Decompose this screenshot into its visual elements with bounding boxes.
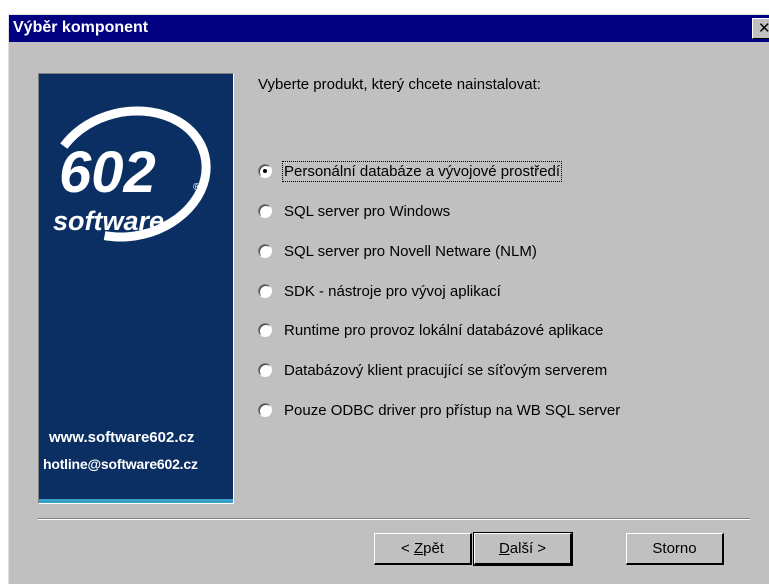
option-sql-server-windows[interactable]: SQL server pro Windows xyxy=(258,199,450,223)
brand-banner: 602 ® software www.software602.cz hotlin… xyxy=(38,73,234,504)
logo-number: 602 xyxy=(59,140,156,205)
option-label: SDK - nástroje pro vývoj aplikací xyxy=(284,282,501,300)
banner-strip xyxy=(39,499,233,503)
close-button[interactable]: ✕ xyxy=(752,18,769,39)
option-runtime[interactable]: Runtime pro provoz lokální databázové ap… xyxy=(258,318,603,342)
option-personal-database[interactable]: Personální databáze a vývojové prostředí xyxy=(258,159,562,183)
option-sdk-tools[interactable]: SDK - nástroje pro vývoj aplikací xyxy=(258,279,501,303)
close-icon: ✕ xyxy=(758,20,769,37)
prompt-text: Vyberte produkt, který chcete nainstalov… xyxy=(258,76,541,93)
radio-button[interactable] xyxy=(258,164,272,178)
radio-button[interactable] xyxy=(258,244,272,258)
option-label: Runtime pro provoz lokální databázové ap… xyxy=(284,321,604,339)
cancel-button[interactable]: Storno xyxy=(626,533,724,565)
back-accelerator: Z xyxy=(413,540,424,557)
back-button[interactable]: < Zpět xyxy=(374,533,472,565)
installer-dialog: Výběr komponent ✕ 602 ® software www.sof… xyxy=(8,14,769,584)
cancel-label: Storno xyxy=(652,540,697,557)
logo-word: software xyxy=(53,206,164,236)
option-label: SQL server pro Windows xyxy=(284,202,451,220)
option-database-client[interactable]: Databázový klient pracující se síťovým s… xyxy=(258,358,607,382)
radio-button[interactable] xyxy=(258,204,272,218)
option-label: Pouze ODBC driver pro přístup na WB SQL … xyxy=(284,401,621,419)
option-label: Databázový klient pracující se síťovým s… xyxy=(284,361,608,379)
option-odbc-driver[interactable]: Pouze ODBC driver pro přístup na WB SQL … xyxy=(258,398,620,422)
option-label: SQL server pro Novell Netware (NLM) xyxy=(284,242,537,260)
button-divider xyxy=(38,518,750,520)
next-accelerator: D xyxy=(498,540,510,557)
back-label-rest: pět xyxy=(423,540,444,557)
radio-button[interactable] xyxy=(258,284,272,298)
radio-button[interactable] xyxy=(258,403,272,417)
option-sql-server-netware[interactable]: SQL server pro Novell Netware (NLM) xyxy=(258,239,537,263)
radio-button[interactable] xyxy=(258,363,272,377)
back-prefix: < xyxy=(401,540,414,557)
radio-button[interactable] xyxy=(258,323,272,337)
next-label-rest: alší > xyxy=(509,540,547,557)
title-bar[interactable]: Výběr komponent ✕ xyxy=(9,15,769,42)
window-title: Výběr komponent xyxy=(13,19,149,36)
next-button[interactable]: Další > xyxy=(473,532,573,566)
hotline-text: hotline@software602.cz xyxy=(43,456,198,472)
option-label: Personální databáze a vývojové prostředí xyxy=(282,160,562,182)
website-text: www.software602.cz xyxy=(49,429,195,446)
logo-registered: ® xyxy=(193,182,201,193)
